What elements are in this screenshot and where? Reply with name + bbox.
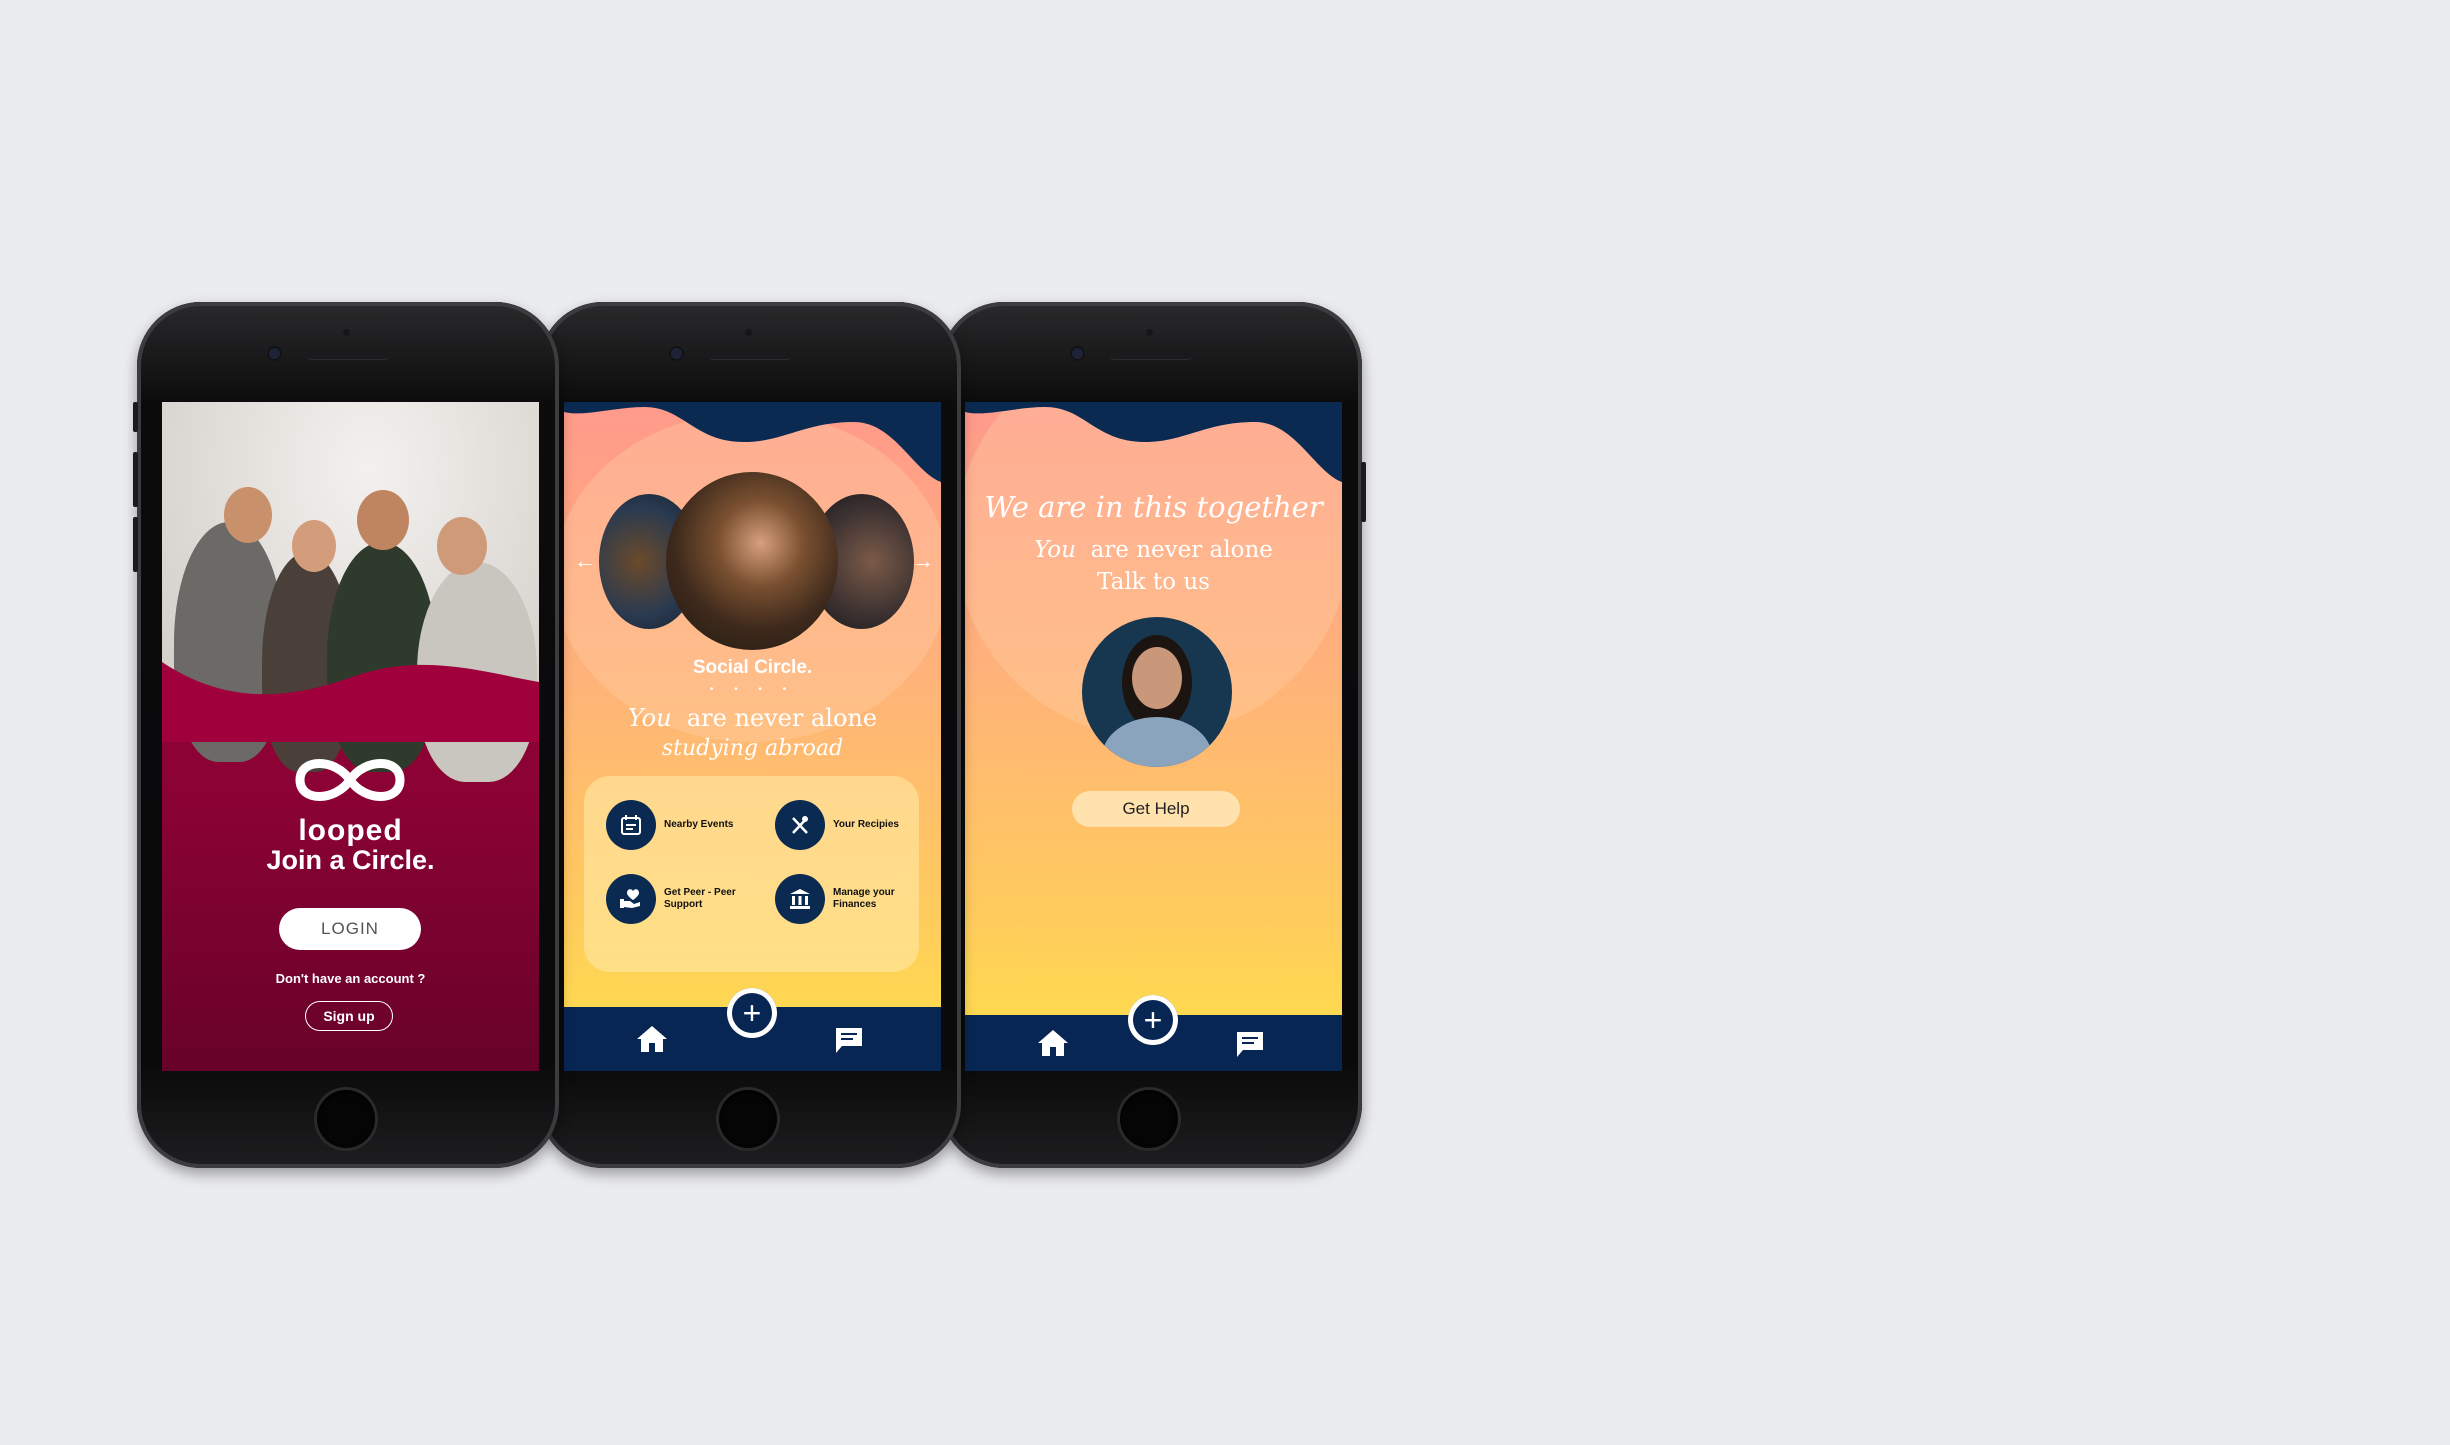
- section-title: Social Circle.: [692, 657, 813, 678]
- signup-button[interactable]: Sign up: [305, 1001, 393, 1031]
- menu-label: Manage your Finances: [833, 887, 895, 910]
- never-alone-text: are never alone: [1090, 537, 1273, 563]
- login-screen: looped Join a Circle. LOGIN Don't have a…: [162, 402, 539, 1071]
- add-button[interactable]: +: [727, 988, 777, 1038]
- home-hardware-button[interactable]: [1120, 1090, 1178, 1148]
- speaker: [709, 352, 791, 359]
- talk-to-us: Talk to us: [1097, 569, 1210, 595]
- never-alone-line: You are never alone: [564, 704, 941, 732]
- sensor: [343, 329, 350, 336]
- login-wave: [162, 662, 539, 742]
- speaker: [307, 352, 389, 359]
- login-button[interactable]: LOGIN: [279, 908, 421, 950]
- menu-label: Nearby Events: [664, 819, 734, 830]
- arrow-right-icon[interactable]: →: [912, 548, 934, 574]
- never-alone-line: You are never alone: [965, 537, 1342, 563]
- studying-abroad-text: studying abroad: [661, 736, 844, 761]
- never-alone-text: are never alone: [686, 704, 878, 732]
- chat-icon[interactable]: [834, 1026, 864, 1054]
- menu-item-peer-support[interactable]: Get Peer - Peer Support: [606, 874, 756, 924]
- top-wave: [564, 402, 941, 482]
- home-icon[interactable]: [1037, 1028, 1069, 1058]
- front-camera: [1072, 348, 1083, 359]
- calendar-icon: [606, 800, 656, 850]
- bank-icon: [775, 874, 825, 924]
- social-circle-screen: ← → Social Circle. • • • • You are never…: [564, 402, 941, 1071]
- speaker: [1110, 352, 1192, 359]
- tagline: Join a Circle.: [266, 845, 435, 875]
- utensils-icon: [775, 800, 825, 850]
- menu-item-recipes[interactable]: Your Recipies: [775, 800, 925, 850]
- carousel-image-center[interactable]: [666, 472, 838, 650]
- menu-item-finances[interactable]: Manage your Finances: [775, 874, 925, 924]
- no-account-text: Don't have an account ?: [275, 971, 426, 986]
- you-word: You: [1034, 537, 1076, 563]
- phone-get-help: We are in this together You are never al…: [940, 302, 1366, 1168]
- get-help-screen: We are in this together You are never al…: [965, 402, 1342, 1071]
- infinity-logo-icon: [295, 759, 405, 801]
- headline: We are in this together: [965, 490, 1342, 524]
- you-word: You: [627, 704, 672, 732]
- phone-social-circle: ← → Social Circle. • • • • You are never…: [539, 302, 961, 1168]
- front-camera: [269, 348, 280, 359]
- arrow-left-icon[interactable]: ←: [574, 548, 596, 574]
- front-camera: [671, 348, 682, 359]
- phone-login: looped Join a Circle. LOGIN Don't have a…: [133, 302, 559, 1168]
- menu-item-nearby-events[interactable]: Nearby Events: [606, 800, 756, 850]
- top-wave: [965, 402, 1342, 482]
- carousel-dots[interactable]: • • • •: [564, 684, 941, 695]
- heart-hand-icon: [606, 874, 656, 924]
- studying-abroad-line: studying abroad: [564, 736, 941, 761]
- get-help-button[interactable]: Get Help: [1072, 791, 1240, 827]
- home-hardware-button[interactable]: [317, 1090, 375, 1148]
- menu-label: Get Peer - Peer Support: [664, 887, 736, 910]
- menu-label: Your Recipies: [833, 819, 899, 830]
- counselor-avatar: [1082, 617, 1232, 767]
- feature-menu: Nearby Events Your Recipies Get Peer - P…: [584, 776, 919, 972]
- add-button[interactable]: +: [1128, 995, 1178, 1045]
- chat-icon[interactable]: [1235, 1030, 1265, 1058]
- home-icon[interactable]: [636, 1024, 668, 1054]
- headline-text: We are in this together: [984, 490, 1323, 524]
- brand-name: looped: [298, 814, 403, 847]
- home-hardware-button[interactable]: [719, 1090, 777, 1148]
